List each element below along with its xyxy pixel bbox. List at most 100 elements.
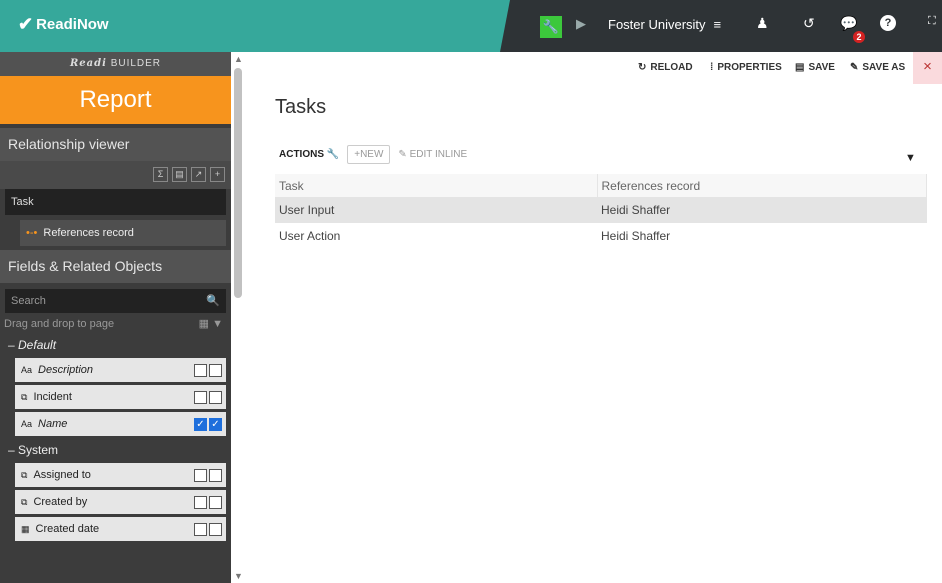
cell-task: User Input [275, 197, 597, 223]
field-label: Assigned to [33, 469, 91, 481]
expand-icon[interactable]: ⛶ [928, 15, 936, 28]
lookup-field-icon: ⧉ [21, 470, 28, 480]
scroll-up-icon[interactable]: ▲ [234, 54, 243, 64]
grid-header-row: Task References record [275, 174, 927, 197]
grid-icon[interactable]: ▤ [172, 167, 187, 182]
sidebar-scroll-thumb[interactable] [234, 68, 242, 298]
drag-hint: Drag and drop to page [4, 318, 115, 330]
top-bar: ✔ ReadiNow 🔧 ▶ Foster University ≡ ♟ ↺ 💬 2… [0, 0, 942, 52]
table-row[interactable]: User Input Heidi Shaffer [275, 197, 927, 223]
field-checkbox[interactable] [209, 391, 222, 404]
chat-icon[interactable]: 💬 [840, 15, 857, 32]
column-header-references-record[interactable]: References record [597, 174, 927, 197]
edit-inline-label: EDIT INLINE [409, 149, 468, 160]
relationship-label: References record [43, 227, 134, 239]
field-checkbox[interactable] [209, 523, 222, 536]
field-checkbox[interactable] [194, 469, 207, 482]
report-title-block: Report [0, 76, 231, 124]
new-button[interactable]: +NEW [347, 145, 391, 164]
relationship-viewer-heading: Relationship viewer [0, 128, 231, 161]
field-label: Name [38, 418, 68, 430]
builder-sidebar: Readi BUILDER Report Relationship viewer… [0, 52, 231, 583]
builder-label-text: BUILDER [110, 58, 162, 69]
open-icon[interactable]: ↗ [191, 167, 206, 182]
drag-hint-bar: Drag and drop to page ▦ ▼ [0, 313, 231, 335]
field-label: Created date [35, 523, 100, 535]
reload-icon: ↻ [638, 62, 647, 73]
history-icon[interactable]: ↺ [803, 15, 815, 32]
user-icon[interactable]: ♟ [756, 15, 769, 32]
field-item-created-by[interactable]: ⧉ Created by [15, 490, 226, 514]
cell-references-record: Heidi Shaffer [601, 229, 671, 243]
save-button[interactable]: ▤ SAVE [795, 62, 835, 73]
field-group-system[interactable]: – System [0, 440, 231, 460]
reload-label: RELOAD [650, 62, 693, 73]
actions-menu[interactable]: ACTIONS 🔧 [279, 149, 339, 160]
search-placeholder: Search [11, 295, 46, 307]
play-icon[interactable]: ▶ [576, 16, 586, 32]
close-icon[interactable]: × [913, 52, 942, 84]
grid-filter-icons[interactable]: ▦ ▼ [199, 313, 223, 335]
actions-label: ACTIONS [279, 149, 324, 160]
tenant-name: Foster University [608, 17, 706, 32]
wrench-small-icon: 🔧 [326, 149, 340, 160]
sum-icon[interactable]: Σ [153, 167, 168, 182]
save-as-label: SAVE AS [862, 62, 906, 73]
field-item-incident[interactable]: ⧉ Incident [15, 385, 226, 409]
field-search-input[interactable]: Search 🔍 [5, 289, 226, 313]
field-item-created-date[interactable]: ▦ Created date [15, 517, 226, 541]
group-label: Default [18, 338, 57, 352]
logo-text: ReadiNow [36, 16, 109, 33]
relationship-item[interactable]: •-• References record [20, 220, 226, 246]
text-field-icon: Aa [21, 419, 33, 429]
search-icon[interactable]: 🔍 [206, 289, 220, 313]
field-checkbox[interactable] [209, 496, 222, 509]
new-label: NEW [360, 149, 384, 160]
field-checkbox[interactable]: ✓ [194, 418, 207, 431]
save-label: SAVE [808, 62, 835, 73]
field-checkbox[interactable] [209, 469, 222, 482]
column-header-task[interactable]: Task [275, 174, 598, 197]
save-as-icon: ✎ [850, 62, 859, 73]
edit-inline-button[interactable]: ✎ EDIT INLINE [398, 149, 467, 160]
field-item-description[interactable]: Aa Description [15, 358, 226, 382]
field-checkbox[interactable] [194, 523, 207, 536]
field-item-assigned-to[interactable]: ⧉ Assigned to [15, 463, 226, 487]
builder-label: Readi BUILDER [0, 52, 231, 76]
save-as-button[interactable]: ✎ SAVE AS [850, 62, 905, 73]
reload-button[interactable]: ↻ RELOAD [638, 62, 693, 73]
properties-icon: ⁞ [710, 62, 714, 73]
scroll-down-icon[interactable]: ▼ [234, 571, 243, 581]
properties-button[interactable]: ⁞ PROPERTIES [710, 62, 782, 73]
filter-icon[interactable]: ▼ [905, 152, 916, 164]
tenant-switcher[interactable]: Foster University ≡ [608, 17, 721, 32]
relationship-icon: •-• [26, 227, 38, 239]
date-field-icon: ▦ [21, 524, 30, 534]
properties-label: PROPERTIES [717, 62, 782, 73]
root-object-field[interactable]: Task [5, 189, 226, 215]
field-checkbox[interactable] [209, 364, 222, 377]
help-icon[interactable]: ? [880, 15, 896, 31]
save-icon: ▤ [795, 62, 805, 73]
report-canvas: ↻ RELOAD ⁞ PROPERTIES ▤ SAVE ✎ SAVE AS × Tas… [245, 52, 942, 583]
cell-task: User Action [279, 229, 341, 243]
field-label: Created by [33, 496, 88, 508]
field-label: Incident [33, 391, 72, 403]
add-icon[interactable]: + [210, 167, 225, 182]
field-checkbox[interactable] [194, 496, 207, 509]
menu-icon: ≡ [713, 17, 722, 32]
report-title: Tasks [275, 96, 327, 118]
table-row[interactable]: User Action Heidi Shaffer [275, 223, 927, 249]
field-checkbox[interactable] [194, 391, 207, 404]
notification-badge: 2 [853, 31, 865, 43]
lookup-field-icon: ⧉ [21, 497, 28, 507]
pencil-icon: ✎ [398, 149, 407, 160]
field-group-default[interactable]: – Default [0, 335, 231, 355]
wrench-icon[interactable]: 🔧 [540, 16, 562, 38]
text-field-icon: Aa [21, 365, 33, 375]
cell-references-record: Heidi Shaffer [597, 197, 927, 223]
field-checkbox[interactable] [194, 364, 207, 377]
logo[interactable]: ✔ ReadiNow [18, 14, 109, 35]
field-checkbox[interactable]: ✓ [209, 418, 222, 431]
field-item-name[interactable]: Aa Name ✓ ✓ [15, 412, 226, 436]
